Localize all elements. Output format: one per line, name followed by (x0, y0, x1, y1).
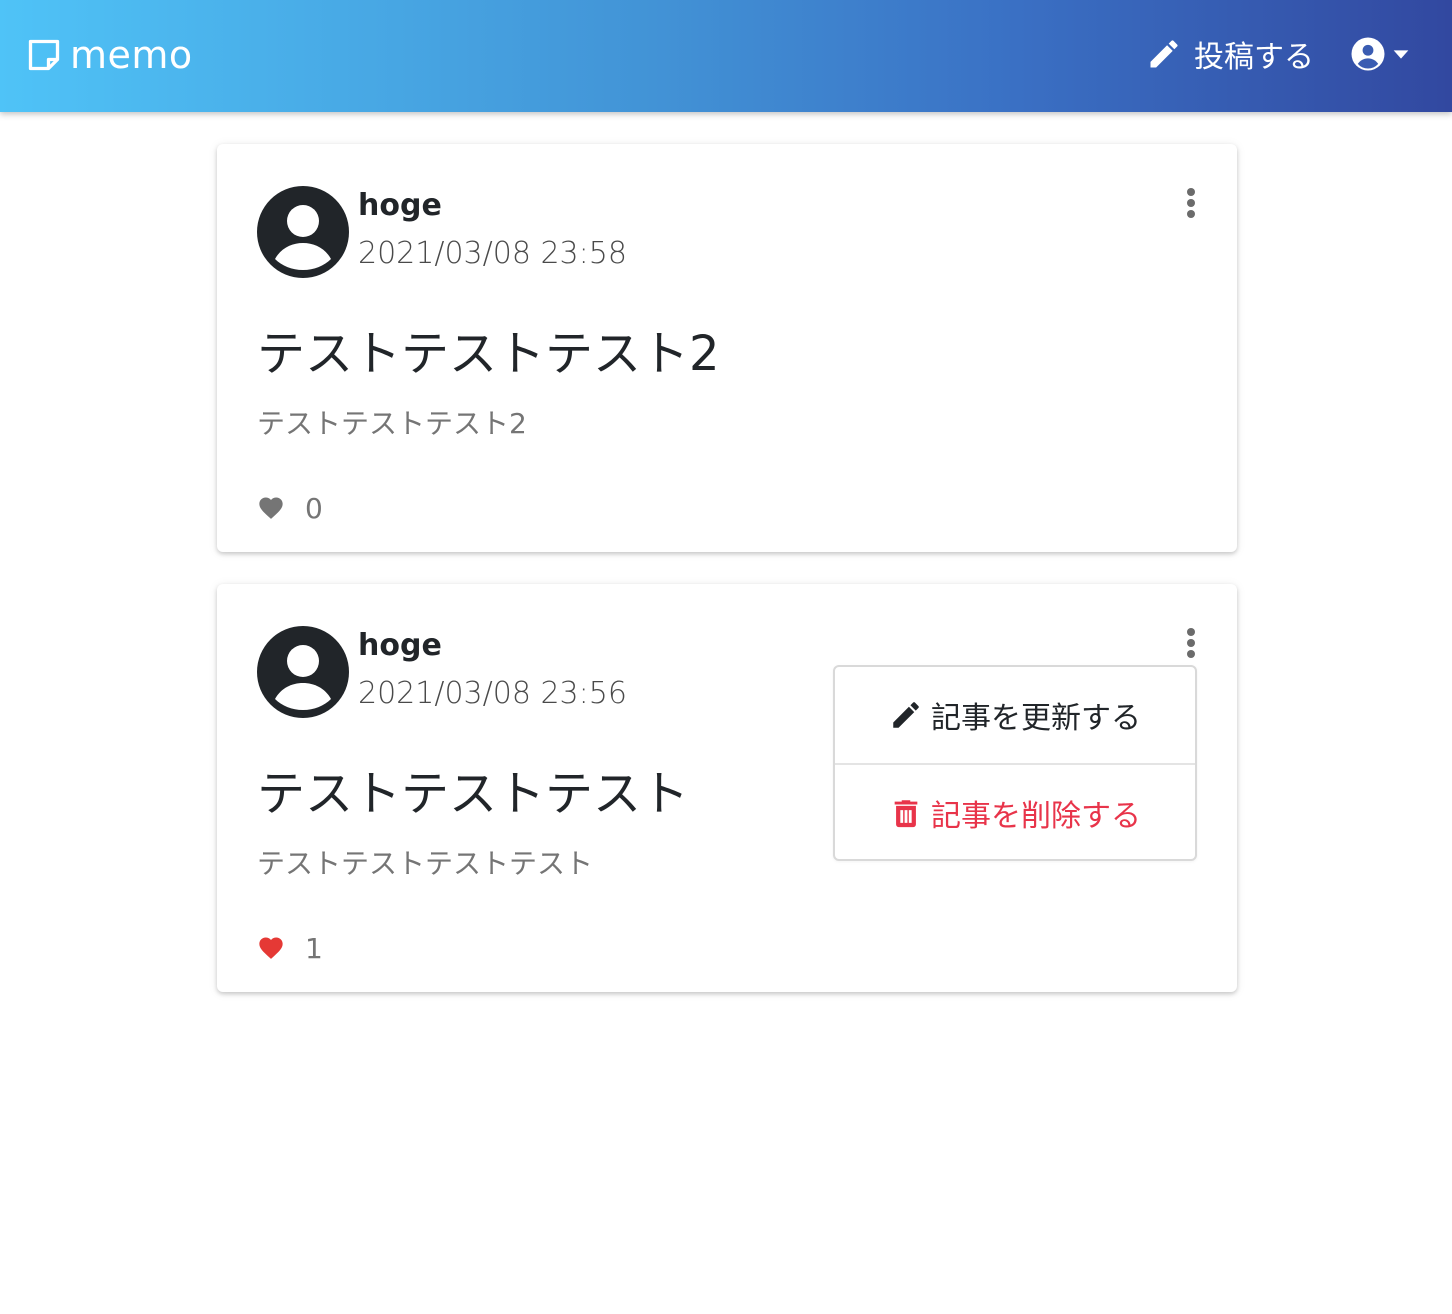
delete-post-label: 記事を削除する (931, 799, 1141, 834)
like-count: 1 (305, 931, 323, 965)
delete-post-button[interactable]: 記事を削除する (835, 765, 1195, 861)
post-menu-button[interactable] (1177, 626, 1205, 660)
edit-post-button[interactable]: 記事を更新する (835, 667, 1195, 763)
post-button-label: 投稿する (1194, 40, 1314, 75)
post-title[interactable]: テストテストテスト2 (257, 314, 720, 384)
like-button[interactable]: 1 (257, 928, 323, 968)
post-actions-dropdown: 記事を更新する 記事を削除する (833, 665, 1197, 861)
user-menu-toggle[interactable] (1350, 34, 1412, 74)
edit-post-label: 記事を更新する (931, 701, 1141, 736)
dots-vertical-icon (1187, 628, 1195, 658)
navbar: memo 投稿する (0, 0, 1452, 112)
pencil-icon (1150, 40, 1178, 68)
heart-icon (259, 937, 283, 959)
post-card: hoge 2021/03/08 23:58 テストテストテスト2 テストテストテ… (217, 144, 1237, 552)
dots-vertical-icon (1187, 188, 1195, 218)
brand-name: memo (70, 33, 193, 77)
account-circle-icon (1351, 37, 1385, 71)
post-author[interactable]: hoge (358, 188, 442, 223)
trash-icon (894, 800, 918, 828)
avatar (257, 626, 349, 718)
post-title[interactable]: テストテストテスト (257, 754, 689, 824)
heart-icon (259, 497, 283, 519)
post-date: 2021/03/08 23:58 (358, 236, 627, 271)
sticky-note-icon (28, 39, 60, 71)
like-button[interactable]: 0 (257, 488, 323, 528)
post-button[interactable]: 投稿する (1146, 34, 1314, 75)
post-author[interactable]: hoge (358, 628, 442, 663)
post-date: 2021/03/08 23:56 (358, 676, 627, 711)
brand-link[interactable]: memo (26, 30, 193, 80)
pencil-icon (893, 702, 919, 728)
avatar (257, 186, 349, 278)
caret-down-icon (1393, 50, 1409, 59)
post-body: テストテストテストテスト (257, 847, 594, 880)
post-menu-button[interactable] (1177, 186, 1205, 220)
post-body: テストテストテスト2 (257, 407, 527, 440)
like-count: 0 (305, 491, 323, 525)
